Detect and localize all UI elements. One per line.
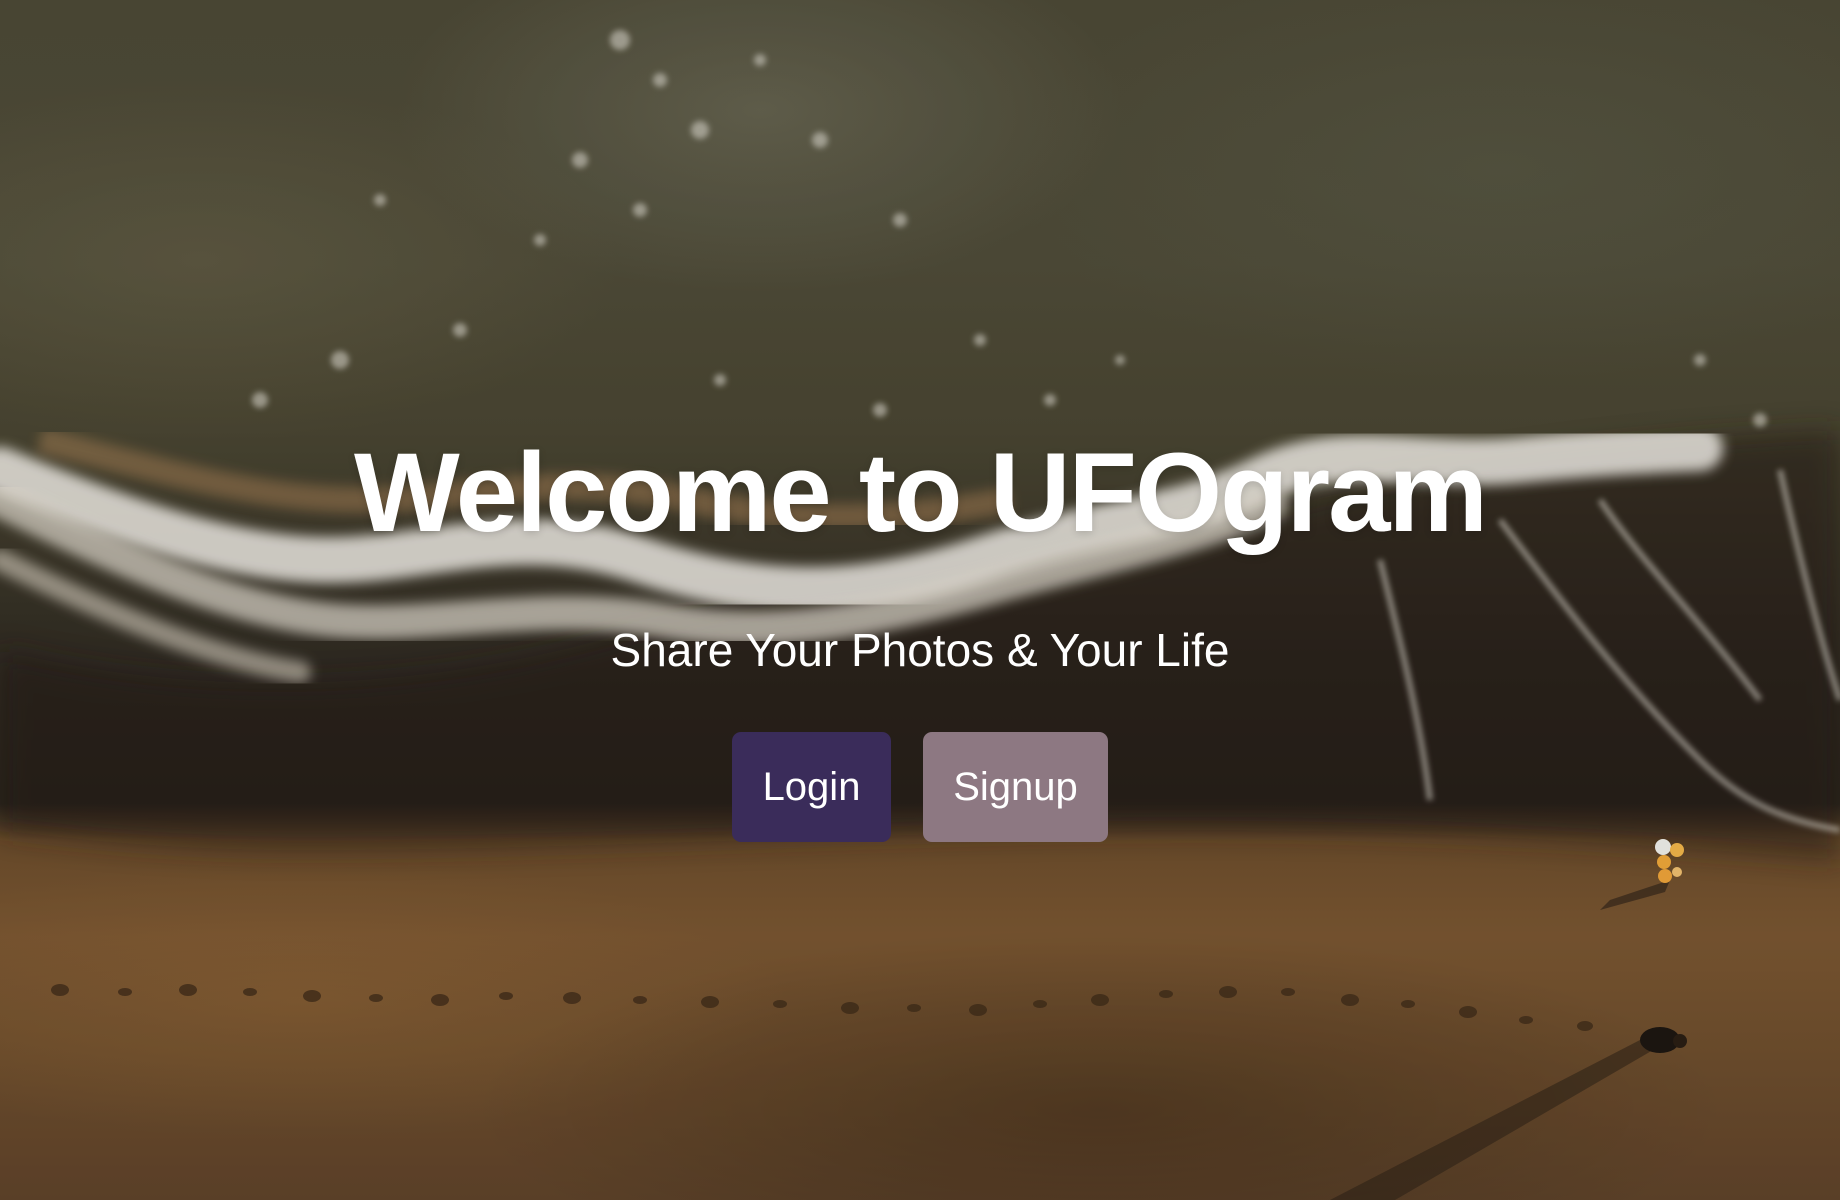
signup-button[interactable]: Signup — [923, 732, 1108, 842]
tagline: Share Your Photos & Your Life — [610, 624, 1230, 676]
hero-content: Welcome to UFOgram Share Your Photos & Y… — [0, 0, 1840, 1200]
page-title: Welcome to UFOgram — [354, 430, 1488, 555]
auth-buttons: Login Signup — [0, 732, 1840, 842]
login-button[interactable]: Login — [732, 732, 891, 842]
